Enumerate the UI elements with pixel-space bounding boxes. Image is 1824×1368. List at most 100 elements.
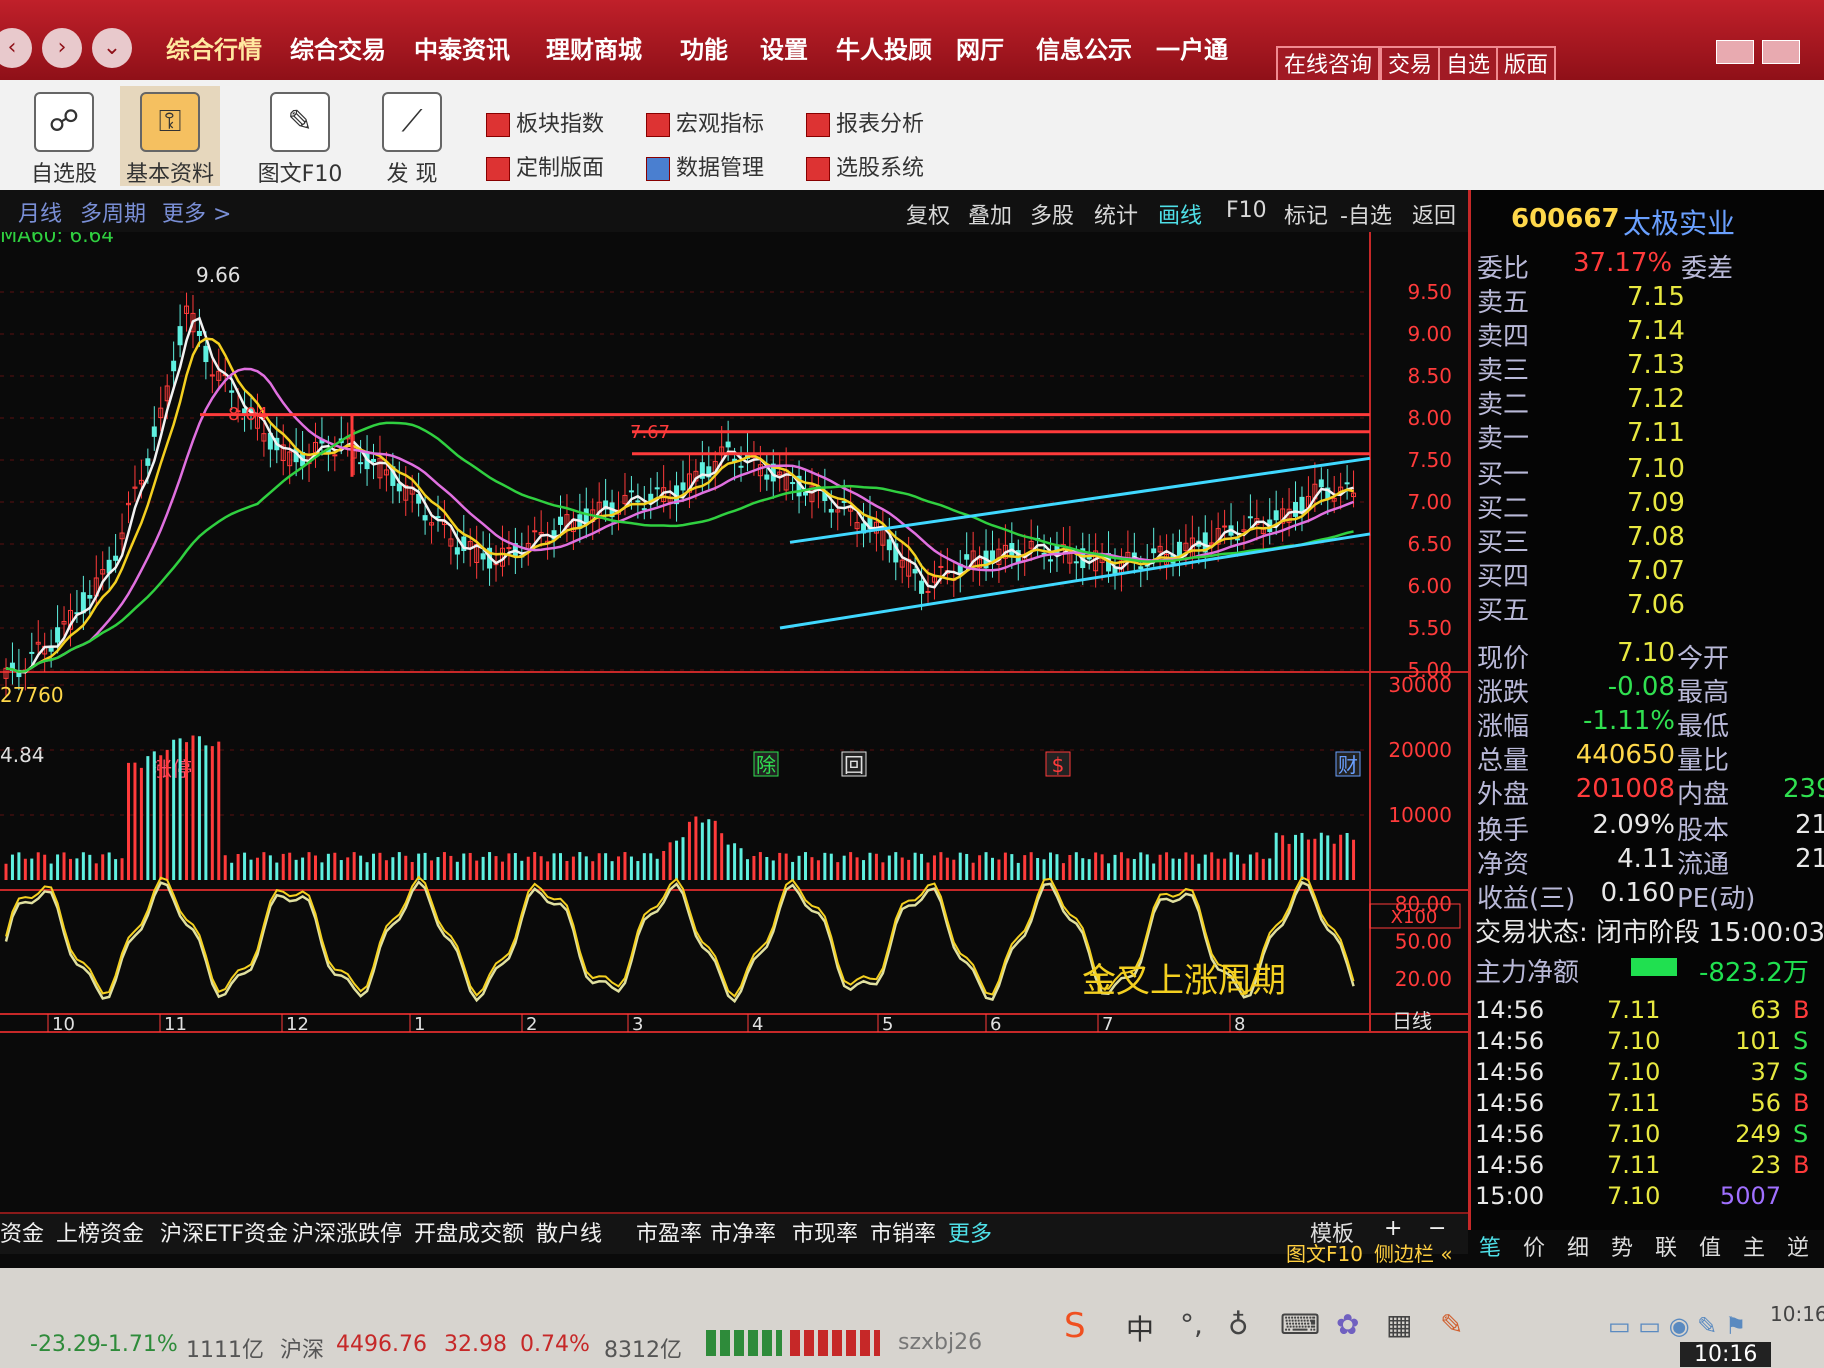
keyboard-icon[interactable]: ⌨ — [1280, 1308, 1320, 1341]
menu-item[interactable]: 功能 — [680, 30, 728, 65]
quote-value: -0.08 — [1607, 672, 1675, 702]
volume-axis-label: 20000 — [1388, 738, 1452, 762]
mic-icon[interactable]: ♁ — [1228, 1308, 1249, 1341]
tick-time: 14:56 — [1475, 996, 1545, 1024]
menu-item[interactable]: 理财商城 — [546, 30, 642, 65]
tool-icon[interactable]: ✎ — [1440, 1308, 1463, 1341]
discover-tool[interactable]: ⟋ 发 现 — [362, 86, 462, 187]
indicator-tab[interactable]: 散户线 — [536, 1216, 602, 1248]
candle-body — [1048, 559, 1054, 562]
chart-tool-button[interactable]: F10 — [1226, 198, 1267, 223]
custom-layout-link[interactable]: 定制版面 — [486, 150, 604, 182]
sector-index-link[interactable]: 板块指数 — [486, 106, 604, 138]
trade-status: 交易状态: 闭市阶段 15:00:03 — [1475, 918, 1824, 948]
buy-level-label: 买四 — [1477, 562, 1530, 592]
punct-icon[interactable]: °, — [1180, 1308, 1203, 1341]
candle-body — [1222, 525, 1228, 528]
indicator-tab[interactable]: 沪深ETF资金 — [160, 1216, 288, 1248]
buy-level-label: 买五 — [1477, 596, 1530, 626]
indicator-tab[interactable]: 市盈率 — [636, 1216, 702, 1248]
menu-item[interactable]: 综合行情 — [166, 30, 262, 65]
candle-body — [229, 390, 235, 393]
indicator-tab[interactable]: 沪深涨跌停 — [292, 1216, 402, 1248]
candle-body — [938, 565, 944, 568]
tick-time: 14:56 — [1475, 1120, 1545, 1148]
indicator-tab[interactable]: 资金 — [0, 1216, 44, 1248]
menu-item[interactable]: 中泰资讯 — [414, 30, 510, 65]
more-tab[interactable]: 更多 > — [162, 196, 231, 228]
candle-body — [396, 483, 402, 492]
indicator-tab[interactable]: 市销率 — [870, 1216, 936, 1248]
side-tab[interactable]: 主 — [1743, 1230, 1765, 1262]
price-axis-label: 7.50 — [1407, 448, 1452, 472]
buy-level-price: 7.10 — [1627, 454, 1685, 484]
menu-item[interactable]: 一户通 — [1156, 30, 1228, 65]
candle-body — [371, 458, 377, 462]
menu-item[interactable]: 牛人投顾 — [836, 30, 932, 65]
multi-period-tab[interactable]: 多周期 — [80, 196, 146, 228]
stock-picker-link[interactable]: 选股系统 — [806, 150, 924, 182]
chart-tool-button[interactable]: 统计 — [1094, 198, 1138, 230]
candle-body — [1318, 479, 1324, 488]
macro-link[interactable]: 宏观指标 — [646, 106, 764, 138]
skin-icon[interactable]: ✿ — [1336, 1308, 1359, 1341]
f10-link[interactable]: 图文F10 — [1286, 1238, 1363, 1267]
indicator-tab[interactable]: 市现率 — [792, 1216, 858, 1248]
menu-item[interactable]: 设置 — [760, 30, 808, 65]
candle-body — [725, 441, 731, 448]
f10-tool[interactable]: ✎ 图文F10 — [250, 86, 350, 187]
forward-icon[interactable]: › — [42, 28, 82, 68]
ime-lang[interactable]: 中 — [1126, 1308, 1154, 1348]
grid-icon[interactable]: ▦ — [1386, 1308, 1412, 1341]
chart-tool-button[interactable]: 复权 — [906, 198, 950, 230]
watchlist-tool[interactable]: ☍ 自选股 — [14, 86, 114, 187]
candle-body — [87, 594, 93, 599]
osc-axis-label: 20.00 — [1395, 967, 1452, 991]
data-manage-link[interactable]: 数据管理 — [646, 150, 764, 182]
sidebar-toggle[interactable]: 侧边栏 « — [1374, 1238, 1453, 1267]
side-tab[interactable]: 值 — [1699, 1230, 1721, 1262]
chevron-down-icon[interactable]: ⌄ — [92, 28, 132, 68]
market-bars-2 — [790, 1330, 880, 1356]
indicator-tab[interactable]: 市净率 — [710, 1216, 776, 1248]
monthly-tab[interactable]: 月线 — [18, 196, 62, 228]
chart-tool-button[interactable]: -自选 — [1340, 198, 1392, 230]
ime-logo-icon[interactable]: S — [1064, 1306, 1086, 1346]
menu-item[interactable]: 信息公示 — [1036, 30, 1132, 65]
side-tab[interactable]: 价 — [1523, 1230, 1545, 1262]
chart-tool-button[interactable]: 返回 — [1412, 198, 1456, 230]
sell-level-price: 7.15 — [1627, 282, 1685, 312]
candle-body — [171, 360, 177, 372]
link-label: 数据管理 — [676, 156, 765, 181]
menu-item[interactable]: 网厅 — [956, 30, 1004, 65]
buy-level-price: 7.07 — [1627, 556, 1685, 586]
indicator-tab[interactable]: 上榜资金 — [56, 1216, 144, 1248]
maximize-icon[interactable] — [1762, 40, 1800, 64]
side-tab[interactable]: 笔 — [1479, 1230, 1501, 1262]
candle-body — [635, 500, 641, 503]
side-tab[interactable]: 细 — [1567, 1230, 1589, 1262]
chart-tool-button[interactable]: 画线 — [1158, 198, 1202, 230]
chart-tool-button[interactable]: 多股 — [1030, 198, 1074, 230]
side-tab[interactable]: 联 — [1655, 1230, 1677, 1262]
indicator-tab[interactable]: 更多 — [948, 1216, 992, 1248]
kline-chart[interactable]: 9.509.008.508.007.507.006.506.005.505.00… — [0, 223, 1468, 1192]
back-icon[interactable]: ‹ — [0, 28, 32, 68]
link-label: 板块指数 — [516, 112, 605, 137]
overlay-annotation: 金叉上涨周期 — [1082, 961, 1286, 1001]
chart-tool-button[interactable]: 叠加 — [968, 198, 1012, 230]
net-flow-bar — [1631, 958, 1677, 976]
minimize-icon[interactable] — [1716, 40, 1754, 64]
tool-label: 自选股 — [30, 162, 97, 187]
menu-item[interactable]: 综合交易 — [290, 30, 386, 65]
side-tab[interactable]: 逆 — [1787, 1230, 1809, 1262]
side-tab[interactable]: 势 — [1611, 1230, 1633, 1262]
market-bars — [706, 1330, 782, 1356]
basic-info-tool[interactable]: ⚿ 基本资料 — [120, 86, 220, 187]
tray-icons[interactable]: ▭ ▭ ◉ ✎ ⚑ — [1608, 1312, 1746, 1340]
price-axis-label: 9.00 — [1407, 322, 1452, 346]
chart-tool-button[interactable]: 标记 — [1284, 198, 1328, 230]
report-link[interactable]: 报表分析 — [806, 106, 924, 138]
indicator-tab[interactable]: 开盘成交额 — [414, 1216, 524, 1248]
link-label: 定制版面 — [516, 156, 605, 181]
